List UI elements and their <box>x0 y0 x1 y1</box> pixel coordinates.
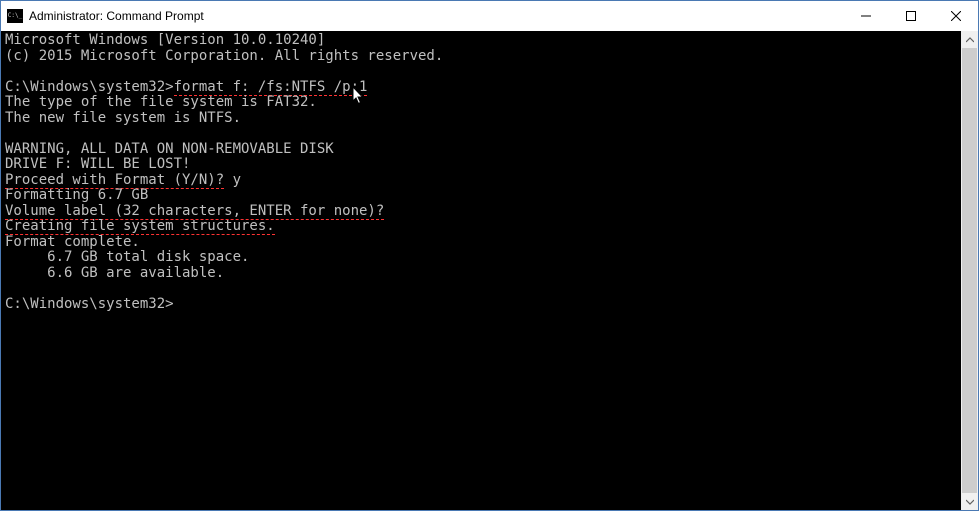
window-title: Administrator: Command Prompt <box>29 9 204 23</box>
proceed-prompt: Proceed with Format (Y/N)? <box>5 172 224 189</box>
prompt-path: C:\Windows\system32> <box>5 79 174 95</box>
new-fs-line: The new file system is NTFS. <box>5 110 241 126</box>
format-complete-line: Format complete. <box>5 234 140 250</box>
scrollbar-track[interactable] <box>961 48 978 493</box>
available-space-line: 6.6 GB are available. <box>5 265 224 281</box>
window-controls <box>843 1 978 31</box>
creating-structures-line: Creating file system structures. <box>5 218 275 235</box>
scrollbar-thumb[interactable] <box>962 48 977 493</box>
command-prompt-window: Administrator: Command Prompt Microsoft … <box>0 0 979 511</box>
proceed-answer: y <box>224 172 241 188</box>
minimize-icon <box>861 11 871 21</box>
total-space-line: 6.7 GB total disk space. <box>5 249 249 265</box>
vertical-scrollbar[interactable] <box>961 31 978 510</box>
scroll-down-button[interactable] <box>961 493 978 510</box>
command-text: format f: /fs:NTFS /p:1 <box>174 79 368 96</box>
prompt-path: C:\Windows\system32> <box>5 296 174 312</box>
close-icon <box>951 11 961 21</box>
maximize-button[interactable] <box>888 1 933 31</box>
fs-type-line: The type of the file system is FAT32. <box>5 94 317 110</box>
version-line: Microsoft Windows [Version 10.0.10240] <box>5 32 325 48</box>
scroll-up-button[interactable] <box>961 31 978 48</box>
chevron-up-icon <box>966 36 974 44</box>
chevron-down-icon <box>966 498 974 506</box>
warning-line-1: WARNING, ALL DATA ON NON-REMOVABLE DISK <box>5 141 334 157</box>
close-button[interactable] <box>933 1 978 31</box>
copyright-line: (c) 2015 Microsoft Corporation. All righ… <box>5 48 443 64</box>
minimize-button[interactable] <box>843 1 888 31</box>
terminal-content[interactable]: Microsoft Windows [Version 10.0.10240] (… <box>1 31 961 510</box>
maximize-icon <box>906 11 916 21</box>
volume-label-prompt: Volume label (32 characters, ENTER for n… <box>5 203 384 220</box>
formatting-line: Formatting 6.7 GB <box>5 187 148 203</box>
cmd-icon <box>7 9 23 23</box>
terminal-area: Microsoft Windows [Version 10.0.10240] (… <box>1 31 978 510</box>
warning-line-2: DRIVE F: WILL BE LOST! <box>5 156 190 172</box>
titlebar[interactable]: Administrator: Command Prompt <box>1 1 978 31</box>
